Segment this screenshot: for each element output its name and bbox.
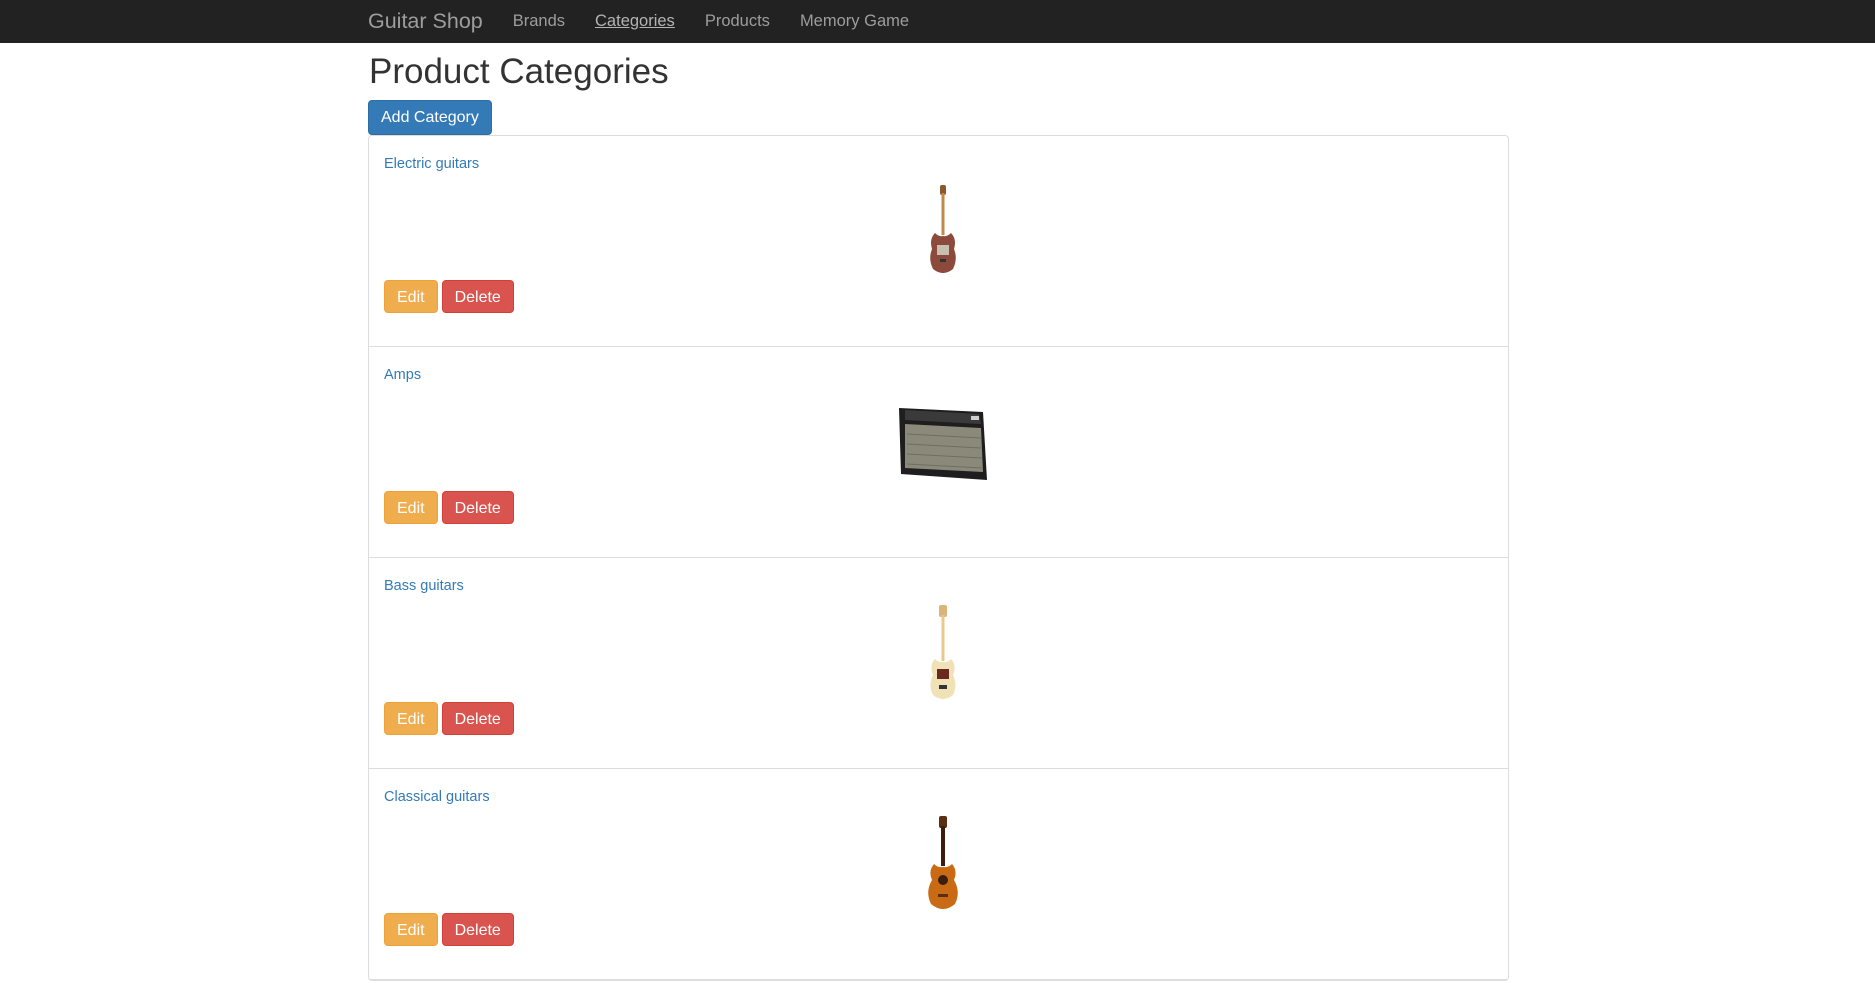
nav-link-memory-game[interactable]: Memory Game [800,12,909,31]
category-link[interactable]: Classical guitars [384,789,490,805]
nav-link-categories[interactable]: Categories [595,12,675,31]
category-link[interactable]: Amps [384,367,421,383]
delete-button[interactable]: Delete [441,279,514,313]
delete-button[interactable]: Delete [441,701,514,735]
nav-link-brands[interactable]: Brands [513,12,565,31]
edit-button[interactable]: Edit [384,701,438,735]
add-category-button[interactable]: Add Category [368,99,492,135]
edit-button[interactable]: Edit [384,490,438,524]
nav-link-products[interactable]: Products [705,12,770,31]
list-item: Electric guitars Edit Delete [369,136,1508,347]
category-link[interactable]: Electric guitars [384,156,479,172]
electric-guitar-icon [893,181,993,281]
bass-guitar-icon [893,603,993,703]
list-item: Bass guitars Edit Delete [369,558,1508,769]
navbar-inner: Guitar Shop Brands Categories Products M… [368,0,939,43]
item-actions: Edit Delete [384,701,514,735]
classical-guitar-icon [893,814,993,914]
page-title: Product Categories [369,52,669,91]
item-actions: Edit Delete [384,279,514,313]
navbar: Guitar Shop Brands Categories Products M… [0,0,1875,43]
delete-button[interactable]: Delete [441,912,514,946]
list-item: Amps Edit Delete [369,347,1508,558]
list-item: Classical guitars Edit Delete [369,769,1508,980]
edit-button[interactable]: Edit [384,912,438,946]
item-actions: Edit Delete [384,490,514,524]
category-link[interactable]: Bass guitars [384,578,464,594]
main-container: Product Categories Add Category Electric… [368,43,1509,981]
category-list: Electric guitars Edit Delete Amps Edit D… [368,134,1509,981]
delete-button[interactable]: Delete [441,490,514,524]
item-actions: Edit Delete [384,912,514,946]
amplifier-icon [893,392,993,492]
edit-button[interactable]: Edit [384,279,438,313]
brand-link[interactable]: Guitar Shop [368,9,483,34]
